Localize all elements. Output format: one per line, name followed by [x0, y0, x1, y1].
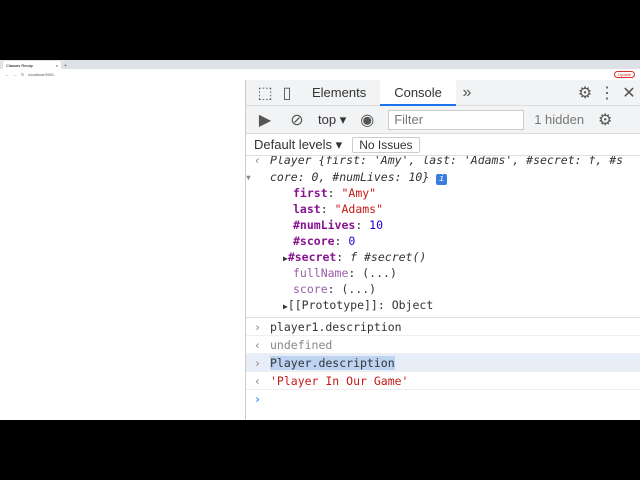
- score-row[interactable]: score: (...): [293, 281, 640, 297]
- object-summary: Player {first: 'Amy', last: 'Adams', #se…: [270, 156, 624, 167]
- info-icon: i: [436, 174, 448, 185]
- prop-row: #score: 0: [293, 234, 356, 248]
- prop-row: first: "Amy": [293, 186, 377, 200]
- object-entry: ‹ Player {first: 'Amy', last: 'Adams', #s…: [245, 154, 640, 313]
- settings-icon[interactable]: ⚙: [594, 110, 616, 130]
- levels-value: Default levels: [254, 136, 333, 152]
- hidden-count: 1 hidden: [534, 112, 585, 127]
- prop-row: #numLives: 10: [293, 218, 384, 232]
- tab-title: Classes Recap: [6, 63, 33, 68]
- close-icon[interactable]: ×: [56, 63, 58, 68]
- console-prompt[interactable]: ›: [246, 390, 640, 408]
- gear-icon[interactable]: ⚙: [574, 83, 596, 103]
- tab-console[interactable]: Console: [380, 79, 456, 106]
- clear-console-icon[interactable]: ⊘: [286, 110, 308, 130]
- devtools-panel: ⬚ ▯ Elements Console » ⚙ ⋮ ✕ ▶ ⊘ top ▾ ◉…: [245, 79, 640, 420]
- forward-icon[interactable]: →: [13, 72, 17, 77]
- more-tabs-icon[interactable]: »: [456, 84, 478, 102]
- context-select[interactable]: top ▾: [318, 112, 346, 128]
- result-entry: ‹ 'Player In Our Game': [246, 372, 640, 390]
- tab-elements[interactable]: Elements: [298, 80, 380, 106]
- page-content: [0, 80, 245, 420]
- new-tab-icon[interactable]: +: [64, 63, 67, 69]
- browser-chrome: Classes Recap × + ← → ↻ localhost:5501 Update: [0, 60, 640, 80]
- console-output: ‹ Player {first: 'Amy', last: 'Adams', #s…: [245, 154, 640, 408]
- prototype-row[interactable]: ▶[[Prototype]]: Object: [283, 297, 640, 313]
- issues-button[interactable]: No Issues: [352, 136, 420, 153]
- reload-icon[interactable]: ↻: [21, 72, 24, 77]
- device-toggle-icon[interactable]: ▯: [276, 83, 298, 103]
- command-entry: › Player.description: [246, 354, 640, 372]
- close-icon[interactable]: ✕: [618, 83, 640, 103]
- fullname-row[interactable]: fullName: (...): [293, 265, 640, 281]
- browser-tab[interactable]: Classes Recap ×: [3, 61, 61, 69]
- update-button[interactable]: Update: [614, 71, 635, 78]
- filter-input[interactable]: Filter: [388, 109, 525, 130]
- result-entry: ‹ undefined: [246, 336, 640, 354]
- address-bar[interactable]: localhost:5501: [28, 72, 610, 77]
- sidebar-toggle-icon[interactable]: ▶: [254, 110, 276, 130]
- levels-select[interactable]: Default levels ▾: [254, 137, 342, 153]
- kebab-menu-icon[interactable]: ⋮: [596, 83, 618, 103]
- command-entry: › player1.description: [246, 318, 640, 336]
- inspect-icon[interactable]: ⬚: [254, 83, 276, 103]
- secret-row[interactable]: ▶#secret: f #secret(): [283, 249, 640, 265]
- eye-icon[interactable]: ◉: [356, 110, 378, 130]
- context-value: top: [318, 111, 337, 127]
- prop-row: last: "Adams": [293, 202, 384, 216]
- object-summary-2[interactable]: core: 0, #numLives: 10}: [270, 170, 429, 184]
- back-icon[interactable]: ←: [5, 72, 9, 77]
